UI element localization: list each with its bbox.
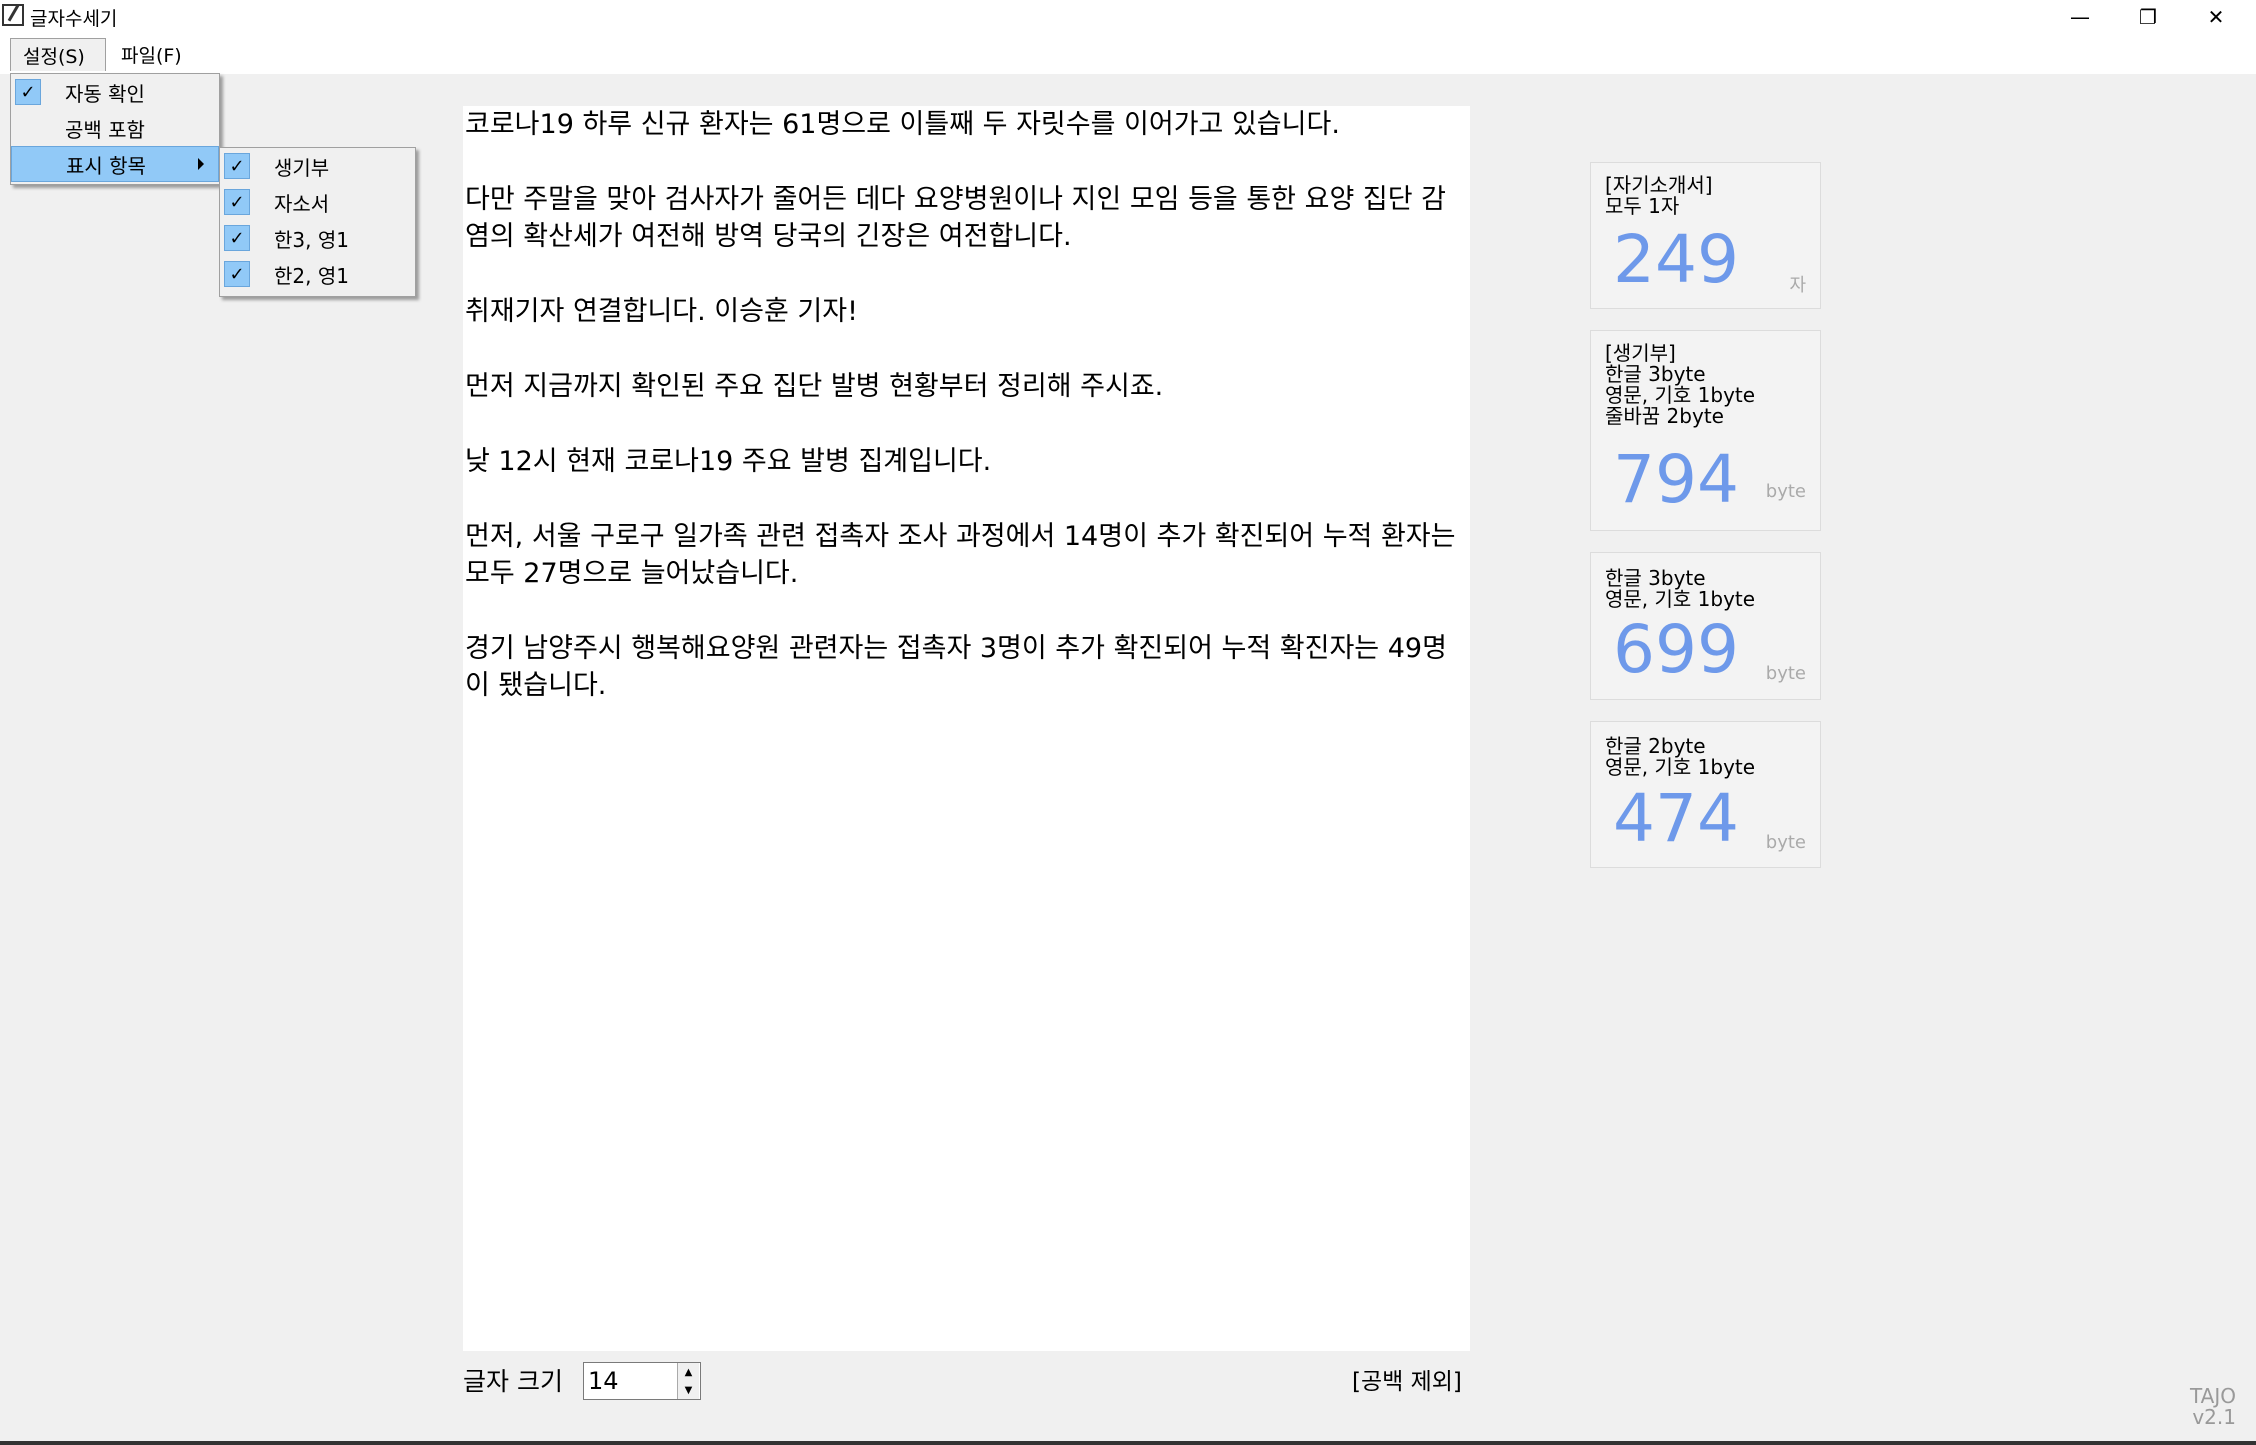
submenu-item-han2-eng1[interactable]: ✓ 한2, 영1 xyxy=(220,256,415,292)
check-icon: ✓ xyxy=(224,153,250,179)
stepper-up-icon[interactable]: ▲ xyxy=(678,1363,699,1382)
menu-item-include-spaces[interactable]: 공백 포함 xyxy=(11,110,219,146)
display-submenu: ✓ 생기부 ✓ 자소서 ✓ 한3, 영1 ✓ 한2, 영1 xyxy=(219,147,416,297)
menu-item-label: 생기부 xyxy=(274,155,330,180)
check-icon: ✓ xyxy=(224,261,250,287)
close-button[interactable]: ✕ xyxy=(2182,0,2250,34)
bottom-border xyxy=(0,1441,2256,1445)
check-icon: ✓ xyxy=(224,189,250,215)
submenu-arrow-icon xyxy=(198,158,204,170)
submenu-item-saenggibu[interactable]: ✓ 생기부 xyxy=(220,148,415,184)
menu-item-label: 표시 항목 xyxy=(66,153,146,178)
submenu-item-han3-eng1[interactable]: ✓ 한3, 영1 xyxy=(220,220,415,256)
menu-item-label: 한3, 영1 xyxy=(274,227,349,252)
card-label: [생기부] 한글 3byte 영문, 기호 1byte 줄바꿈 2byte xyxy=(1605,341,1756,428)
menu-item-display-items[interactable]: 표시 항목 xyxy=(11,146,219,182)
card-value: 249 xyxy=(1613,221,1739,298)
card-unit: byte xyxy=(1765,663,1806,684)
settings-dropdown: ✓ 자동 확인 공백 포함 표시 항목 xyxy=(10,73,220,185)
card-label: 한글 3byte 영문, 기호 1byte xyxy=(1605,566,1756,611)
text-editor[interactable]: 코로나19 하루 신규 환자는 61명으로 이틀째 두 자릿수를 이어가고 있습… xyxy=(463,106,1470,1351)
window-title: 글자수세기 xyxy=(30,8,118,30)
menu-item-label: 공백 포함 xyxy=(65,117,145,142)
card-value: 699 xyxy=(1613,611,1739,688)
count-card-han2: 한글 2byte 영문, 기호 1byte 474 byte xyxy=(1590,721,1821,868)
paragraph: 코로나19 하루 신규 환자는 61명으로 이틀째 두 자릿수를 이어가고 있습… xyxy=(465,109,1340,140)
spacing-note: [공백 제외] xyxy=(1352,1369,1462,1395)
count-card-jasoseo: [자기소개서] 모두 1자 249 자 xyxy=(1590,162,1821,309)
submenu-item-jasoseo[interactable]: ✓ 자소서 xyxy=(220,184,415,220)
minimize-button[interactable]: — xyxy=(2046,0,2114,34)
paragraph: 먼저, 서울 구로구 일가족 관련 접촉자 조사 과정에서 14명이 추가 확진… xyxy=(465,521,1465,589)
check-icon: ✓ xyxy=(15,79,41,105)
menu-file[interactable]: 파일(F) xyxy=(109,38,194,71)
check-icon: ✓ xyxy=(224,225,250,251)
font-size-stepper[interactable]: 14 ▲ ▼ xyxy=(583,1362,701,1400)
card-unit: byte xyxy=(1765,481,1806,502)
menu-item-label: 자동 확인 xyxy=(65,81,145,106)
menu-bar: 설정(S) 파일(F) xyxy=(0,34,2256,74)
paragraph: 경기 남양주시 행복해요양원 관련자는 접촉자 3명이 추가 확진되어 누적 확… xyxy=(465,633,1447,701)
menu-item-label: 한2, 영1 xyxy=(274,263,349,288)
card-unit: 자 xyxy=(1789,275,1806,296)
stepper-buttons: ▲ ▼ xyxy=(677,1363,700,1399)
count-card-han3: 한글 3byte 영문, 기호 1byte 699 byte xyxy=(1590,552,1821,700)
title-bar: 글자수세기 — ❐ ✕ xyxy=(0,0,2256,34)
menu-item-label: 자소서 xyxy=(274,191,330,216)
card-label: 한글 2byte 영문, 기호 1byte xyxy=(1605,734,1756,779)
app-pencil-icon xyxy=(2,4,24,26)
paragraph: 다만 주말을 맞아 검사자가 줄어든 데다 요양병원이나 지인 모임 등을 통한… xyxy=(465,184,1446,252)
card-value: 794 xyxy=(1613,441,1739,518)
stepper-down-icon[interactable]: ▼ xyxy=(678,1381,699,1399)
card-label: [자기소개서] 모두 1자 xyxy=(1605,173,1713,218)
font-size-value[interactable]: 14 xyxy=(588,1367,619,1395)
menu-settings[interactable]: 설정(S) xyxy=(10,38,106,71)
paragraph: 취재기자 연결합니다. 이승훈 기자! xyxy=(465,296,858,327)
brand-version: TAJO v2.1 xyxy=(2190,1384,2236,1429)
restore-button[interactable]: ❐ xyxy=(2114,0,2182,34)
card-unit: byte xyxy=(1765,832,1806,853)
paragraph: 먼저 지금까지 확인된 주요 집단 발병 현황부터 정리해 주시죠. xyxy=(465,371,1164,402)
menu-item-auto-check[interactable]: ✓ 자동 확인 xyxy=(11,74,219,110)
paragraph: 낮 12시 현재 코로나19 주요 발병 집계입니다. xyxy=(465,446,992,477)
card-value: 474 xyxy=(1613,780,1739,857)
count-card-saenggibu: [생기부] 한글 3byte 영문, 기호 1byte 줄바꿈 2byte 79… xyxy=(1590,330,1821,531)
font-size-label: 글자 크기 xyxy=(463,1367,563,1396)
